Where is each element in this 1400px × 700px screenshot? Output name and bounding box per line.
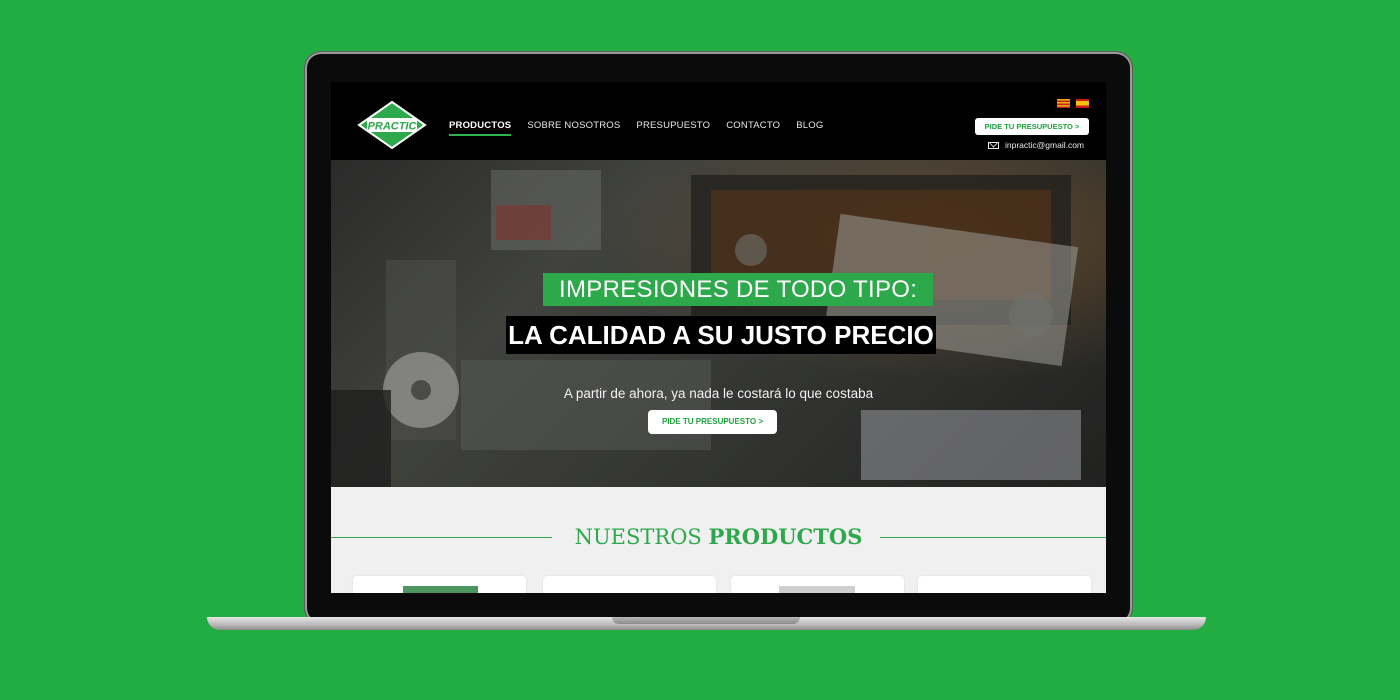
product-card[interactable] bbox=[543, 576, 716, 593]
products-heading-light: NUESTROS bbox=[574, 525, 709, 549]
spain-flag-icon[interactable] bbox=[1076, 99, 1089, 108]
hero-title-line2: LA CALIDAD A SU JUSTO PRECIO bbox=[506, 316, 936, 354]
catalan-flag-icon[interactable] bbox=[1057, 99, 1070, 108]
practic-logo[interactable]: PRACTIC bbox=[357, 100, 427, 150]
nav-item-presupuesto[interactable]: PRESUPUESTO bbox=[636, 120, 710, 136]
product-image bbox=[403, 586, 478, 593]
laptop-notch bbox=[612, 617, 800, 624]
header-quote-button[interactable]: PIDE TU PRESUPUESTO > bbox=[975, 118, 1089, 135]
language-switcher bbox=[1057, 99, 1089, 108]
hero-title-line1: IMPRESIONES DE TODO TIPO: bbox=[543, 273, 934, 306]
product-card[interactable] bbox=[731, 576, 904, 593]
product-card[interactable] bbox=[918, 576, 1091, 593]
mail-icon bbox=[988, 141, 999, 149]
products-section: NUESTROS PRODUCTOS bbox=[331, 487, 1106, 593]
logo-text: PRACTIC bbox=[368, 121, 418, 133]
nav-item-sobre-nosotros[interactable]: SOBRE NOSOTROS bbox=[527, 120, 620, 136]
site-header: PRACTIC PRODUCTOS SOBRE NOSOTROS PRESUPU… bbox=[331, 82, 1106, 160]
email-contact[interactable]: inpractic@gmail.com bbox=[988, 140, 1084, 150]
laptop-screen: PRACTIC PRODUCTOS SOBRE NOSOTROS PRESUPU… bbox=[331, 82, 1106, 593]
main-nav: PRODUCTOS SOBRE NOSOTROS PRESUPUESTO CON… bbox=[449, 120, 823, 136]
product-image bbox=[779, 586, 855, 593]
hero-banner: IMPRESIONES DE TODO TIPO: LA CALIDAD A S… bbox=[331, 160, 1106, 487]
hero-subtitle: A partir de ahora, ya nada le costará lo… bbox=[563, 386, 874, 401]
nav-item-blog[interactable]: BLOG bbox=[796, 120, 823, 136]
products-heading: NUESTROS PRODUCTOS bbox=[331, 524, 1106, 549]
product-card[interactable] bbox=[353, 576, 526, 593]
nav-item-contacto[interactable]: CONTACTO bbox=[726, 120, 780, 136]
products-heading-bold: PRODUCTOS bbox=[708, 524, 863, 549]
nav-item-productos[interactable]: PRODUCTOS bbox=[449, 120, 512, 136]
email-address[interactable]: inpractic@gmail.com bbox=[1005, 140, 1084, 150]
hero-quote-button[interactable]: PIDE TU PRESUPUESTO > bbox=[648, 410, 777, 434]
